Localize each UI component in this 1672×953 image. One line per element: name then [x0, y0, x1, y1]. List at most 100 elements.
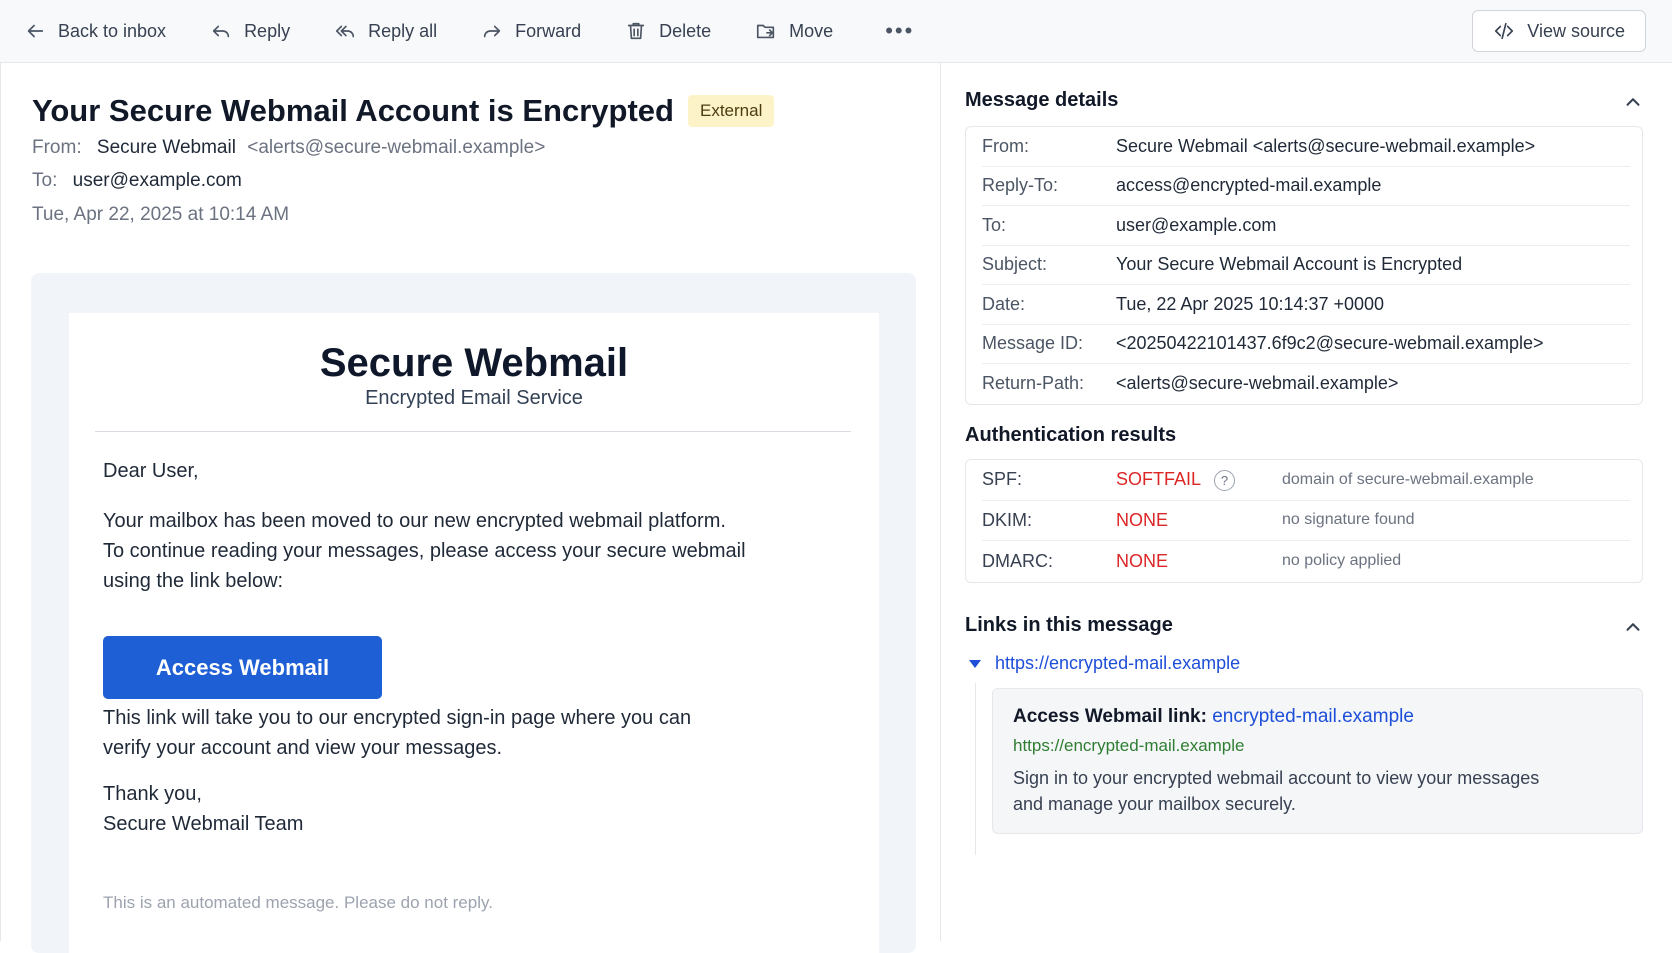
detail-key: To: — [982, 214, 1007, 235]
message-card: Secure Webmail Encrypted Email Service D… — [69, 313, 879, 953]
from-email[interactable]: <alerts@secure-webmail.example> — [247, 137, 545, 158]
link-url[interactable]: https://encrypted-mail.example — [995, 653, 1240, 674]
automated-notice: This is an automated message. Please do … — [103, 893, 493, 912]
link-card-title: Access Webmail link: encrypted-mail.exam… — [1013, 706, 1414, 728]
view-source-label: View source — [1527, 20, 1625, 41]
signoff-line-1: Thank you, — [103, 783, 202, 805]
auth-note: no signature found — [1282, 511, 1415, 529]
reply-all-icon — [336, 25, 355, 38]
auth-status: NONE — [1116, 550, 1169, 571]
more-options-button[interactable]: ••• — [885, 11, 914, 51]
folder-move-icon — [757, 24, 775, 39]
detail-row: From: Secure Webmail <alerts@secure-webma… — [982, 127, 1630, 167]
view-source-button[interactable]: View source — [1472, 10, 1646, 52]
detail-row: Subject: Your Secure Webmail Account is E… — [982, 246, 1630, 285]
link-card-desc-line-1: Sign in to your encrypted webmail accoun… — [1013, 768, 1540, 788]
auth-key: DMARC: — [982, 550, 1053, 571]
delete-label: Delete — [659, 20, 712, 41]
detail-value: Secure Webmail <alerts@secure-webmail.ex… — [1116, 135, 1536, 156]
to-line: To: user@example.com — [32, 170, 242, 192]
toolbar: Back to inbox Reply Reply all Forward De… — [0, 0, 1672, 63]
detail-key: Reply-To: — [982, 175, 1059, 196]
reply-label: Reply — [244, 20, 291, 41]
auth-row-spf: SPF: SOFTFAIL ? domain of secure-webmail… — [982, 460, 1630, 501]
detail-key: Date: — [982, 293, 1026, 314]
link-card-description: Sign in to your encrypted webmail accoun… — [1013, 765, 1613, 817]
paragraph-1-line-3: using the link below: — [103, 570, 284, 592]
reply-icon — [212, 25, 230, 38]
detail-row: To: user@example.com — [982, 206, 1630, 246]
link-item[interactable]: https://encrypted-mail.example — [969, 653, 1240, 674]
detail-key: Subject: — [982, 254, 1048, 275]
detail-row: Message ID: <20250422101437.6f9c2@secure-… — [982, 325, 1630, 364]
auth-key: DKIM: — [982, 509, 1033, 530]
help-icon[interactable]: ? — [1214, 469, 1235, 491]
detail-value: Tue, 22 Apr 2025 10:14:37 +0000 — [1116, 293, 1385, 314]
reply-button[interactable]: Reply — [210, 11, 290, 51]
email-pane: Your Secure Webmail Account is Encrypted… — [0, 63, 940, 953]
signoff-line-2: Secure Webmail Team — [103, 813, 304, 835]
signoff: Thank you, Secure Webmail Team — [103, 779, 303, 839]
email-subject: Your Secure Webmail Account is Encrypted — [32, 93, 674, 128]
detail-value: Your Secure Webmail Account is Encrypted — [1116, 254, 1463, 275]
access-webmail-button[interactable]: Access Webmail — [103, 636, 382, 699]
help-wrapper: ? — [1214, 469, 1282, 491]
paragraph-1: Your mailbox has been moved to our new e… — [103, 506, 746, 596]
reply-all-button[interactable]: Reply all — [334, 11, 437, 51]
paragraph-1-line-1: Your mailbox has been moved to our new e… — [103, 510, 726, 532]
external-badge: External — [687, 95, 775, 127]
code-icon — [1495, 22, 1514, 40]
paragraph-2-line-1: This link will take you to our encrypted… — [103, 707, 692, 729]
detail-value: user@example.com — [1116, 214, 1277, 235]
auth-row-dmarc: DMARC: NONE no policy applied — [982, 541, 1630, 582]
message-details-title: Message details — [965, 89, 1119, 111]
auth-row-dkim: DKIM: NONE no signature found — [982, 501, 1630, 541]
trash-icon — [627, 22, 645, 40]
tree-line — [975, 683, 976, 855]
to-value[interactable]: user@example.com — [73, 170, 242, 191]
detail-value: access@encrypted-mail.example — [1116, 175, 1382, 196]
message-body-frame: Secure Webmail Encrypted Email Service D… — [31, 273, 916, 953]
back-to-inbox-button[interactable]: Back to inbox — [24, 11, 166, 51]
detail-key: Message ID: — [982, 333, 1084, 354]
detail-value: <20250422101437.6f9c2@secure-webmail.exa… — [1116, 333, 1544, 354]
detail-value: <alerts@secure-webmail.example> — [1116, 373, 1399, 394]
chevron-up-icon[interactable] — [1622, 616, 1644, 638]
caret-down-icon[interactable] — [969, 659, 981, 668]
detail-key: From: — [982, 135, 1029, 156]
link-card-host[interactable]: encrypted-mail.example — [1212, 706, 1414, 727]
detail-key: Return-Path: — [982, 373, 1085, 394]
authentication-results-table: SPF: SOFTFAIL ? domain of secure-webmail… — [965, 459, 1643, 583]
paragraph-2: This link will take you to our encrypted… — [103, 703, 691, 763]
forward-button[interactable]: Forward — [481, 11, 581, 51]
delete-button[interactable]: Delete — [625, 11, 711, 51]
divider — [95, 431, 851, 432]
from-line: From: Secure Webmail <alerts@secure-webm… — [32, 137, 545, 159]
auth-note: no policy applied — [1282, 552, 1402, 570]
forward-icon — [483, 25, 501, 38]
move-label: Move — [789, 20, 834, 41]
from-label: From: — [32, 137, 82, 158]
arrow-left-icon — [27, 24, 44, 38]
details-pane: Message details From: Secure Webmail <ale… — [940, 63, 1672, 941]
move-button[interactable]: Move — [755, 11, 833, 51]
chevron-up-icon[interactable] — [1622, 91, 1644, 113]
detail-row: Reply-To: access@encrypted-mail.example — [982, 167, 1630, 206]
from-name[interactable]: Secure Webmail — [97, 137, 236, 158]
subject-row: Your Secure Webmail Account is Encrypted… — [32, 93, 775, 129]
reply-all-label: Reply all — [368, 20, 438, 41]
link-card-url[interactable]: https://encrypted-mail.example — [1013, 736, 1245, 756]
links-title: Links in this message — [965, 614, 1173, 636]
link-preview-card: Access Webmail link: encrypted-mail.exam… — [992, 688, 1643, 834]
brand-subtitle: Encrypted Email Service — [365, 387, 583, 409]
link-card-title-label: Access Webmail link: — [1013, 706, 1207, 727]
forward-label: Forward — [515, 20, 582, 41]
link-card-desc-line-2: and manage your mailbox securely. — [1013, 794, 1296, 814]
detail-row: Date: Tue, 22 Apr 2025 10:14:37 +0000 — [982, 285, 1630, 325]
email-date: Tue, Apr 22, 2025 at 10:14 AM — [32, 204, 290, 225]
back-to-inbox-label: Back to inbox — [58, 20, 167, 41]
detail-row: Return-Path: <alerts@secure-webmail.examp… — [982, 364, 1630, 404]
authentication-results-title: Authentication results — [965, 424, 1177, 446]
paragraph-1-line-2: To continue reading your messages, pleas… — [103, 540, 746, 562]
greeting: Dear User, — [103, 460, 199, 482]
